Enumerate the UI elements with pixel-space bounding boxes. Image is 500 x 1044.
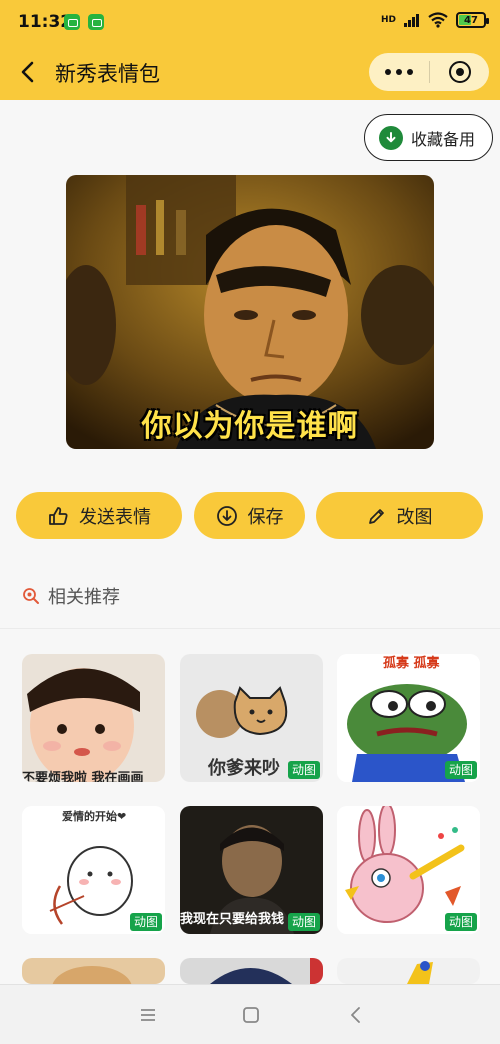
app-notification-icon [64,14,80,30]
related-sticker[interactable]: 爱情的开始❤ 动图 [22,806,165,934]
sticker-thumbnail [337,958,480,984]
save-label: 保存 [247,506,284,528]
download-circle-icon [379,125,403,150]
recent-apps-button[interactable] [136,1003,160,1027]
home-button[interactable] [239,1003,263,1027]
save-button[interactable]: 保存 [194,492,305,539]
send-sticker-label: 发送表情 [79,506,151,528]
related-sticker[interactable]: 我现在只要给我钱 动图 [180,806,323,934]
edit-image-label: 改图 [396,506,433,528]
related-section-title: 相关推荐 [48,587,120,608]
main-sticker-image[interactable]: 你以为你是谁啊 [66,175,434,449]
system-back-button[interactable] [344,1003,368,1027]
thumbs-up-icon [49,506,68,525]
app-header: 11:32 HD 47 新秀表情包 [0,0,500,100]
close-target-icon [448,61,471,83]
related-sticker[interactable] [337,958,480,984]
related-sticker[interactable] [22,958,165,984]
download-icon [216,505,237,526]
chevron-left-icon [21,61,34,83]
menu-icon [141,1009,155,1021]
network-type-label: HD [380,14,396,25]
sticker-thumbnail [22,958,165,984]
system-navigation-bar [0,984,500,1044]
status-bar: 11:32 HD 47 [0,0,500,44]
animated-badge: 动图 [444,761,477,779]
square-icon [243,1007,259,1023]
collect-button-label: 收藏备用 [411,129,476,149]
related-sticker[interactable]: 你爹来吵 动图 [180,654,323,782]
more-dots-icon [407,69,413,75]
sticker-caption: 我现在只要给我钱 [180,912,285,927]
related-sticker[interactable]: 不要烦我啦 我在画画 [22,654,165,782]
sticker-thumbnail [22,654,165,782]
related-sticker[interactable] [180,958,323,984]
chevron-left-icon [351,1007,360,1023]
related-section-header: 相关推荐 [22,583,120,609]
signal-icon [404,14,419,27]
sticker-caption: 你以为你是谁啊 [141,409,359,444]
more-dots-icon [385,69,391,75]
sticker-caption: 不要烦我啦 我在画画 [22,771,144,782]
animated-badge: 动图 [129,913,162,931]
close-mini-program-button[interactable] [430,53,489,91]
animated-badge: 动图 [287,913,320,931]
more-dots-icon [396,69,402,75]
collect-button[interactable]: 收藏备用 [364,114,493,161]
send-sticker-button[interactable]: 发送表情 [16,492,182,539]
app-notification-icon [88,14,104,30]
section-divider [0,628,500,629]
more-menu-button[interactable] [369,53,429,91]
sticker-caption: 你爹来吵 [208,758,280,779]
related-sticker[interactable]: 动图 [337,806,480,934]
sticker-caption: 爱情的开始❤ [62,810,127,823]
mini-program-capsule [369,53,489,91]
animated-badge: 动图 [287,761,320,779]
animated-badge: 动图 [444,913,477,931]
pencil-icon [368,508,384,524]
sticker-caption: 孤寡 孤寡 [383,656,440,671]
search-icon [23,588,39,604]
edit-image-button[interactable]: 改图 [316,492,483,539]
battery-icon: 47 [456,12,489,28]
wifi-icon [428,12,448,28]
sticker-thumbnail [180,958,323,984]
related-sticker[interactable]: 孤寡 孤寡 动图 [337,654,480,782]
battery-level: 47 [464,14,478,26]
back-button[interactable] [14,58,42,86]
page-title: 新秀表情包 [55,62,160,86]
